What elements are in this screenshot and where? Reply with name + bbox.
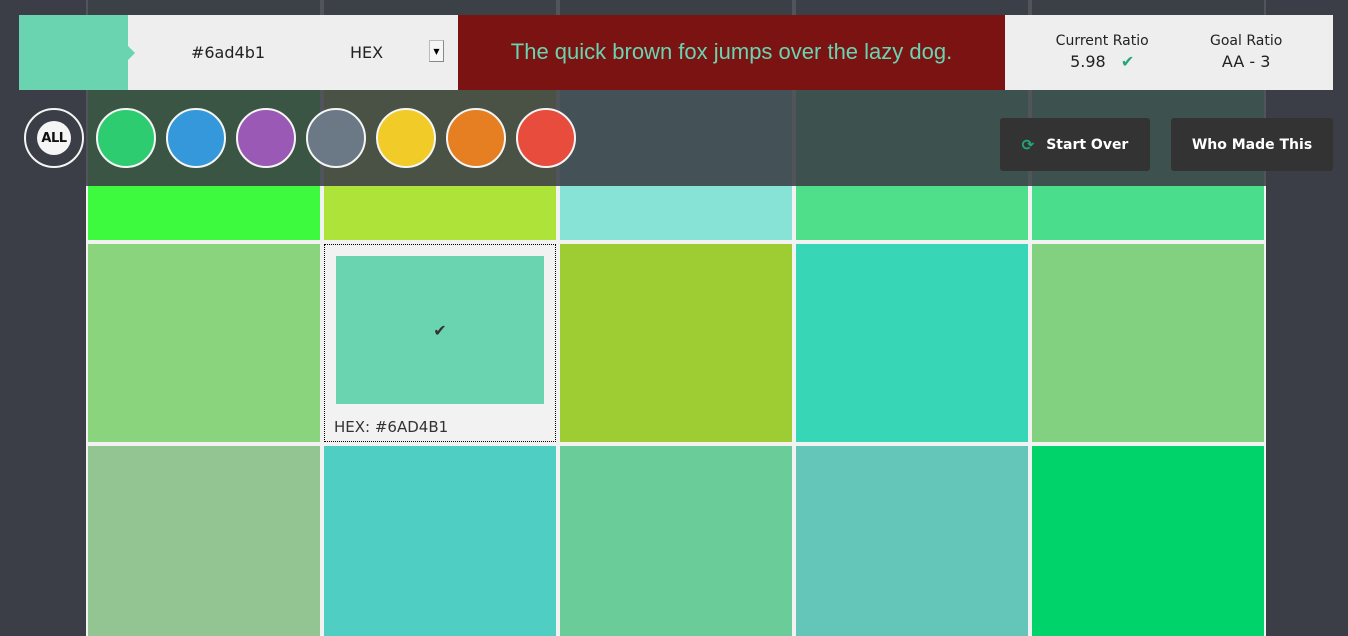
current-ratio-label: Current Ratio: [1055, 33, 1149, 50]
filter-purple[interactable]: [236, 108, 296, 168]
color-tile[interactable]: [88, 244, 320, 442]
color-tile[interactable]: [560, 446, 792, 636]
color-tile[interactable]: [324, 446, 556, 636]
check-icon: ✔: [1120, 52, 1135, 72]
start-over-button[interactable]: ⟳ Start Over: [1000, 118, 1150, 171]
color-tile[interactable]: [1032, 244, 1264, 442]
who-made-this-label: Who Made This: [1191, 136, 1313, 153]
current-ratio-value: 5.98: [1070, 52, 1106, 72]
filter-blue[interactable]: [166, 108, 226, 168]
preview-text: The quick brown fox jumps over the lazy …: [510, 38, 953, 64]
filter-orange[interactable]: [446, 108, 506, 168]
color-tile[interactable]: [88, 446, 320, 636]
selected-hex-label: HEX: #6AD4B1: [334, 418, 449, 436]
start-over-label: Start Over: [1046, 136, 1129, 153]
color-filters: ALL: [24, 108, 576, 168]
dropdown-arrow-icon[interactable]: ▼: [429, 40, 444, 62]
color-tile-selected[interactable]: ✔ HEX: #6AD4B1: [324, 244, 556, 442]
color-tile[interactable]: [796, 244, 1028, 442]
goal-ratio-value[interactable]: AA - 3: [1210, 51, 1282, 73]
filter-gray[interactable]: [306, 108, 366, 168]
left-gutter: [0, 0, 86, 636]
ratio-panel: Current Ratio 5.98 ✔ Goal Ratio AA - 3: [1005, 15, 1333, 90]
filter-all-label: ALL: [37, 121, 71, 155]
check-icon: ✔: [433, 320, 447, 340]
color-tile[interactable]: [560, 244, 792, 442]
color-tile[interactable]: [1032, 446, 1264, 636]
current-ratio: Current Ratio 5.98 ✔: [1056, 32, 1149, 72]
filter-green[interactable]: [96, 108, 156, 168]
who-made-this-button[interactable]: Who Made This: [1171, 118, 1333, 171]
refresh-icon: ⟳: [1021, 135, 1035, 154]
current-color-swatch: [19, 15, 135, 90]
contrast-preview: The quick brown fox jumps over the lazy …: [458, 15, 1005, 90]
color-tile[interactable]: [796, 446, 1028, 636]
filter-all[interactable]: ALL: [24, 108, 84, 168]
selected-color-swatch: ✔: [336, 256, 544, 404]
hex-input[interactable]: #6ad4b1: [128, 15, 308, 90]
header-bar: #6ad4b1 HEX ▼ The quick brown fox jumps …: [19, 15, 1333, 90]
format-select[interactable]: HEX ▼: [308, 15, 458, 90]
right-gutter: [1268, 0, 1348, 636]
filter-red[interactable]: [516, 108, 576, 168]
format-select-value: HEX: [350, 43, 384, 62]
goal-ratio-label: Goal Ratio: [1210, 33, 1283, 50]
goal-ratio: Goal Ratio AA - 3: [1210, 32, 1282, 72]
filter-yellow[interactable]: [376, 108, 436, 168]
